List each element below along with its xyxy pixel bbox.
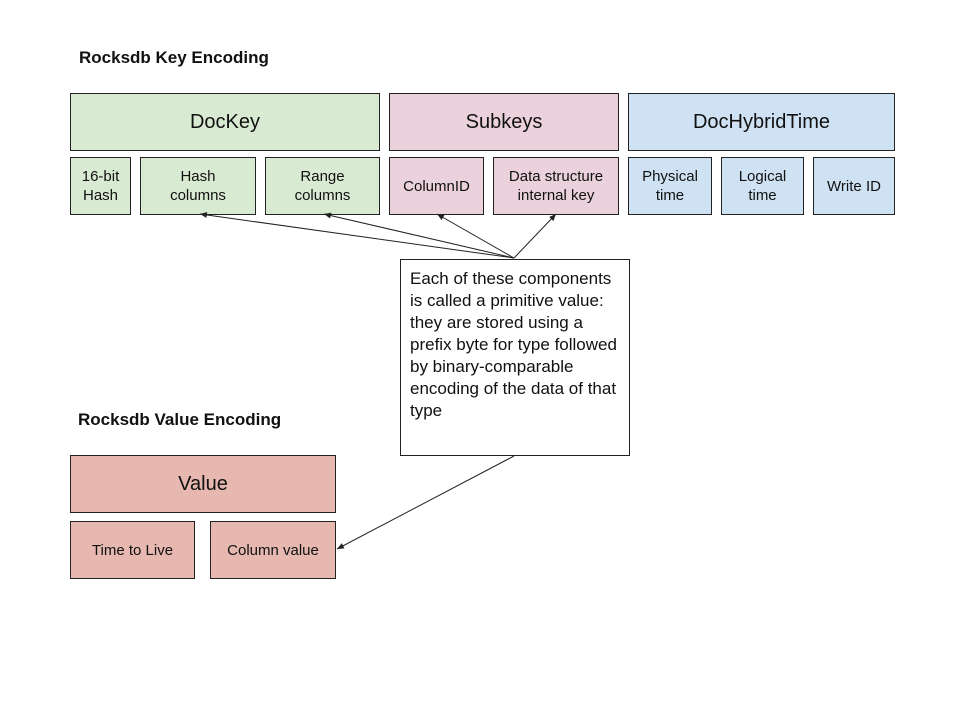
arrow-to-range-columns — [323, 212, 515, 259]
arrow-to-internal-key — [513, 213, 557, 259]
arrow-to-columnid — [436, 213, 515, 259]
arrow-to-column-value — [336, 455, 515, 550]
arrows-layer — [199, 212, 557, 550]
arrow-to-hash-columns — [199, 212, 515, 259]
